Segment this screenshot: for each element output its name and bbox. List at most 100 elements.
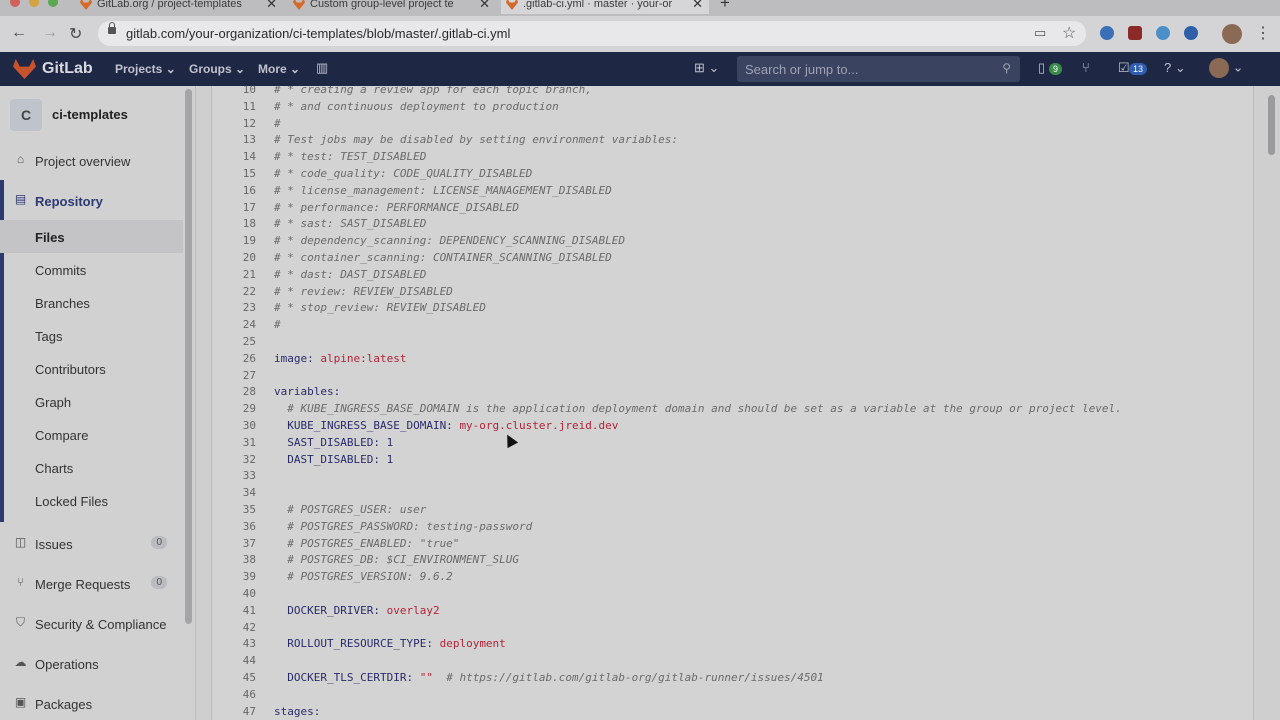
sidebar-subitem-locked-files[interactable]: Locked Files — [0, 484, 183, 517]
line-number[interactable]: 42 — [212, 619, 256, 636]
sidebar-subitem-branches[interactable]: Branches — [0, 286, 183, 319]
line-number[interactable]: 38 — [212, 551, 256, 568]
sidebar-item-repository[interactable]: ▤ Repository — [0, 184, 183, 217]
line-number[interactable]: 11 — [212, 98, 256, 115]
issues-icon[interactable]: ▯ — [1038, 60, 1045, 76]
browser-profile-avatar[interactable] — [1222, 24, 1242, 44]
gitlab-brand[interactable]: GitLab — [42, 60, 93, 78]
line-number[interactable]: 26 — [212, 350, 256, 367]
cast-icon[interactable]: ▭ — [1034, 25, 1046, 41]
line-number[interactable]: 41 — [212, 602, 256, 619]
line-number[interactable]: 30 — [212, 417, 256, 434]
maximize-window-button[interactable] — [48, 0, 58, 7]
line-number[interactable]: 23 — [212, 299, 256, 316]
line-number[interactable]: 31 — [212, 434, 256, 451]
line-number[interactable]: 37 — [212, 535, 256, 552]
line-number[interactable]: 40 — [212, 585, 256, 602]
line-number[interactable]: 47 — [212, 703, 256, 720]
groups-menu[interactable]: Groups ⌄ — [189, 62, 245, 76]
code-viewer[interactable]: 10 # * creating a review app for each top… — [211, 86, 1254, 720]
line-number[interactable]: 36 — [212, 518, 256, 535]
sidebar-scrollbar[interactable] — [185, 89, 192, 624]
sidebar-subitem-charts[interactable]: Charts — [0, 451, 183, 484]
line-number[interactable]: 35 — [212, 501, 256, 518]
line-number[interactable]: 32 — [212, 451, 256, 468]
line-number[interactable]: 12 — [212, 115, 256, 132]
line-number[interactable]: 15 — [212, 165, 256, 182]
close-tab-icon[interactable]: ✕ — [266, 0, 277, 12]
more-menu[interactable]: More ⌄ — [258, 62, 300, 76]
line-number[interactable]: 19 — [212, 232, 256, 249]
forward-arrow-icon[interactable]: → — [42, 24, 58, 42]
password-extension-icon[interactable] — [1184, 26, 1198, 40]
browser-tab[interactable]: GitLab.org / project-templates ✕ — [75, 0, 283, 14]
code-line: 14 # * test: TEST_DISABLED — [212, 148, 1253, 165]
line-number[interactable]: 33 — [212, 467, 256, 484]
sidebar-subitem-files[interactable]: Files — [0, 220, 183, 253]
new-item-plus-icon[interactable]: ⊞ ⌄ — [694, 60, 719, 76]
line-number[interactable]: 34 — [212, 484, 256, 501]
line-number[interactable]: 16 — [212, 182, 256, 199]
search-input[interactable]: Search or jump to... ⚲ — [737, 56, 1020, 82]
sidebar-subitem-commits[interactable]: Commits — [0, 253, 183, 286]
sidebar-item-merge-requests[interactable]: ⑂ Merge Requests 0 — [0, 567, 183, 600]
reload-icon[interactable]: ↻ — [69, 24, 82, 44]
line-number[interactable]: 21 — [212, 266, 256, 283]
line-number[interactable]: 25 — [212, 333, 256, 350]
browser-tab-active[interactable]: .gitlab-ci.yml · master · your-or ✕ — [501, 0, 709, 14]
line-number[interactable]: 10 — [212, 86, 256, 98]
line-number[interactable]: 28 — [212, 383, 256, 400]
line-number[interactable]: 27 — [212, 367, 256, 384]
sidebar-subitem-compare[interactable]: Compare — [0, 418, 183, 451]
browser-tab[interactable]: Custom group-level project te ✕ — [288, 0, 496, 14]
user-avatar-menu[interactable]: ⌄ — [1209, 58, 1244, 78]
project-name[interactable]: ci-templates — [52, 107, 128, 122]
line-number[interactable]: 43 — [212, 635, 256, 652]
close-window-button[interactable] — [10, 0, 20, 7]
line-number[interactable]: 13 — [212, 131, 256, 148]
line-number[interactable]: 20 — [212, 249, 256, 266]
close-tab-icon[interactable]: ✕ — [692, 0, 703, 12]
sidebar-subitem-tags[interactable]: Tags — [0, 319, 183, 352]
line-number[interactable]: 17 — [212, 199, 256, 216]
new-tab-icon[interactable]: + — [720, 0, 730, 13]
code-token: image: — [274, 351, 321, 365]
sidebar-item-operations[interactable]: ☁ Operations — [0, 647, 183, 680]
merge-request-icon[interactable]: ⑂ — [1082, 60, 1090, 75]
browser-toolbar: ← → ↻ gitlab.com/your-organization/ci-te… — [0, 16, 1280, 53]
back-arrow-icon[interactable]: ← — [11, 24, 27, 42]
line-number[interactable]: 22 — [212, 283, 256, 300]
line-number[interactable]: 29 — [212, 400, 256, 417]
page-scrollbar[interactable] — [1268, 95, 1275, 155]
line-number[interactable]: 39 — [212, 568, 256, 585]
shield-extension-icon[interactable] — [1128, 26, 1142, 40]
projects-menu[interactable]: Projects ⌄ — [115, 62, 176, 76]
line-number[interactable]: 44 — [212, 652, 256, 669]
sidebar-item-issues[interactable]: ◫ Issues 0 — [0, 527, 183, 560]
cloud-extension-icon[interactable] — [1156, 26, 1170, 40]
sidebar-item-project-overview[interactable]: ⌂ Project overview — [0, 144, 183, 177]
address-bar[interactable]: gitlab.com/your-organization/ci-template… — [98, 21, 1086, 46]
close-tab-icon[interactable]: ✕ — [479, 0, 490, 12]
line-number[interactable]: 45 — [212, 669, 256, 686]
sidebar-subitem-graph[interactable]: Graph — [0, 385, 183, 418]
minimize-window-button[interactable] — [29, 0, 39, 7]
browser-menu-icon[interactable]: ⋮ — [1255, 23, 1271, 43]
line-number[interactable]: 24 — [212, 316, 256, 333]
line-number[interactable]: 18 — [212, 215, 256, 232]
help-icon[interactable]: ? ⌄ — [1164, 60, 1186, 76]
code-token: # * stop_review: REVIEW_DISABLED — [274, 301, 486, 315]
sidebar-item-label: Operations — [35, 657, 99, 672]
activity-chart-icon[interactable]: ▥ — [316, 60, 328, 76]
extension-icon[interactable] — [1100, 26, 1114, 40]
project-avatar[interactable]: C — [10, 99, 42, 131]
gitlab-logo-icon[interactable] — [13, 59, 36, 79]
sidebar-item-packages[interactable]: ▣ Packages — [0, 687, 183, 720]
sidebar-item-security[interactable]: ⛉ Security & Compliance — [0, 607, 183, 640]
bookmark-star-icon[interactable]: ☆ — [1062, 23, 1076, 43]
todo-icon[interactable]: ☑ — [1118, 60, 1130, 76]
code-text: # * test: TEST_DISABLED — [274, 148, 426, 165]
sidebar-subitem-contributors[interactable]: Contributors — [0, 352, 183, 385]
line-number[interactable]: 14 — [212, 148, 256, 165]
line-number[interactable]: 46 — [212, 686, 256, 703]
